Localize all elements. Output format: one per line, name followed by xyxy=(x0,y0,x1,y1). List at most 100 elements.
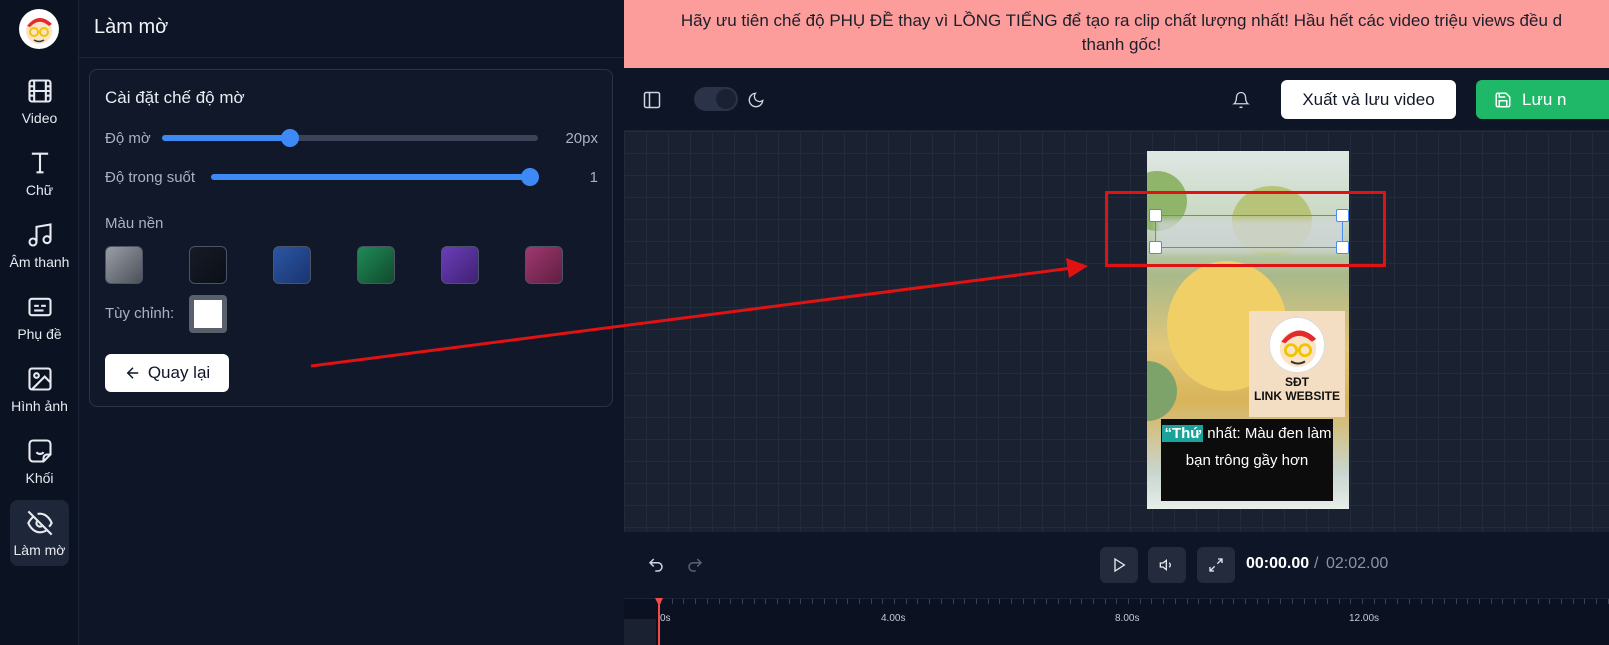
swatch-gray[interactable] xyxy=(105,246,143,284)
timeline-minor-tick xyxy=(964,599,966,604)
swatch-blue[interactable] xyxy=(273,246,311,284)
blur-label: Độ mờ xyxy=(105,130,151,147)
timeline-minor-tick xyxy=(1373,599,1375,604)
save-button-label: Lưu n xyxy=(1522,89,1567,109)
blur-value: 20px xyxy=(565,130,598,147)
arrow-left-icon xyxy=(126,367,139,379)
play-button[interactable] xyxy=(1100,547,1138,583)
timeline-minor-tick xyxy=(1233,599,1235,604)
swatch-black[interactable] xyxy=(189,246,227,284)
swatch-pink[interactable] xyxy=(525,246,563,284)
save-icon xyxy=(1495,92,1511,107)
rail-item-video[interactable]: Video xyxy=(10,68,69,134)
timeline-minor-tick xyxy=(1467,599,1469,604)
rail-item-label: Chữ xyxy=(25,182,54,198)
fullscreen-button[interactable] xyxy=(1197,547,1235,583)
opacity-slider[interactable] xyxy=(211,168,539,186)
timeline-minor-tick xyxy=(1268,599,1270,604)
timeline-minor-tick xyxy=(1514,599,1516,604)
sidebar-toggle-icon[interactable] xyxy=(640,88,664,112)
background-color-label: Màu nền xyxy=(105,215,164,232)
volume-button[interactable] xyxy=(1148,547,1186,583)
app-logo[interactable] xyxy=(19,9,59,49)
rail-item-shapes[interactable]: Khối xyxy=(10,428,69,494)
brand-watermark[interactable]: SĐT LINK WEBSITE xyxy=(1249,311,1345,417)
back-button[interactable]: Quay lại xyxy=(105,354,229,392)
tip-banner: Hãy ưu tiên chế độ PHỤ ĐỀ thay vì LỒNG T… xyxy=(624,0,1609,68)
timeline-track-header xyxy=(624,619,656,645)
rail-item-blur[interactable]: Làm mờ xyxy=(10,500,69,566)
preview-canvas: SĐT LINK WEBSITE “Thứ nhất: Màu đen làm … xyxy=(624,131,1609,532)
timeline-minor-tick xyxy=(870,599,872,604)
blur-slider[interactable] xyxy=(162,129,538,147)
tool-rail: Video Chữ Âm thanh Phụ đề Hình ảnh Khối … xyxy=(0,0,79,645)
blur-panel: Làm mờ Cài đặt chế độ mờ Độ mờ 20px Độ t… xyxy=(79,0,624,645)
timeline-minor-tick xyxy=(1174,599,1176,604)
watermark-phone: SĐT xyxy=(1285,375,1309,389)
blur-slider-thumb[interactable] xyxy=(280,129,299,147)
timeline-minor-tick xyxy=(765,599,767,604)
timeline-minor-tick xyxy=(683,599,685,604)
rail-item-label: Phụ đề xyxy=(17,326,62,342)
rail-item-audio[interactable]: Âm thanh xyxy=(10,212,69,278)
timeline-minor-tick xyxy=(835,599,837,604)
save-button[interactable]: Lưu n xyxy=(1476,80,1609,119)
rail-item-image[interactable]: Hình ảnh xyxy=(10,356,69,422)
timeline-minor-tick xyxy=(882,599,884,604)
watermark-website: LINK WEBSITE xyxy=(1254,389,1340,403)
timeline-tick-label: 4.00s xyxy=(881,613,906,624)
subtitle-overlay[interactable]: “Thứ nhất: Màu đen làm bạn trông gầy hơn xyxy=(1161,419,1333,501)
timeline-minor-tick xyxy=(1128,599,1129,604)
subtitles-icon xyxy=(25,292,55,322)
volume-icon xyxy=(1159,558,1171,572)
timeline-minor-tick xyxy=(671,599,673,604)
theme-toggle[interactable] xyxy=(694,87,738,111)
swatch-purple[interactable] xyxy=(441,246,479,284)
timeline-minor-tick xyxy=(1280,599,1282,604)
editor-toolbar: Xuất và lưu video Lưu n xyxy=(624,68,1609,131)
playback-controls: 00:00.00 / 02:02.00 xyxy=(624,532,1609,598)
timeline-minor-tick xyxy=(741,599,743,604)
rail-item-text[interactable]: Chữ xyxy=(10,140,69,206)
timeline-minor-tick xyxy=(1443,599,1445,604)
export-button[interactable]: Xuất và lưu video xyxy=(1281,80,1456,119)
rail-item-subtitles[interactable]: Phụ đề xyxy=(10,284,69,350)
redo-icon[interactable] xyxy=(683,553,707,577)
sticker-icon xyxy=(25,436,55,466)
music-icon xyxy=(25,220,55,250)
timeline-minor-tick xyxy=(706,599,708,604)
timeline-minor-tick xyxy=(1584,599,1586,604)
rail-item-label: Video xyxy=(21,110,58,126)
timeline-minor-tick xyxy=(730,599,732,604)
bell-icon[interactable] xyxy=(1229,88,1253,112)
timeline-minor-tick xyxy=(940,599,942,604)
timeline-minor-tick xyxy=(1397,599,1399,604)
timeline-minor-tick xyxy=(1221,599,1223,604)
timeline-minor-tick xyxy=(1303,599,1305,604)
timeline-minor-tick xyxy=(952,599,954,604)
timeline-minor-tick xyxy=(905,599,907,604)
opacity-slider-thumb[interactable] xyxy=(521,168,539,186)
timeline-minor-tick xyxy=(999,599,1001,604)
timeline-minor-tick xyxy=(1057,599,1059,604)
timeline-minor-tick xyxy=(1350,599,1352,604)
timeline-minor-tick xyxy=(894,599,895,604)
custom-color-picker[interactable] xyxy=(189,295,227,333)
panel-title: Làm mờ xyxy=(94,16,169,38)
timeline-minor-tick xyxy=(753,599,755,604)
timeline-minor-tick xyxy=(1209,599,1211,604)
timeline-minor-tick xyxy=(1525,599,1527,604)
undo-icon[interactable] xyxy=(644,553,668,577)
playhead-marker[interactable] xyxy=(655,598,663,606)
timeline-minor-tick xyxy=(975,599,977,604)
play-icon xyxy=(1114,557,1126,573)
watermark-logo xyxy=(1269,317,1325,373)
timeline-minor-tick xyxy=(1490,599,1492,604)
timeline[interactable]: 0s 4.00s 8.00s 12.00s xyxy=(624,598,1609,645)
time-separator: / xyxy=(1314,555,1319,572)
toggle-knob xyxy=(716,89,736,109)
timeline-minor-tick xyxy=(1081,599,1083,604)
swatch-green[interactable] xyxy=(357,246,395,284)
expand-icon xyxy=(1209,558,1223,572)
timeline-minor-tick xyxy=(1151,599,1153,604)
